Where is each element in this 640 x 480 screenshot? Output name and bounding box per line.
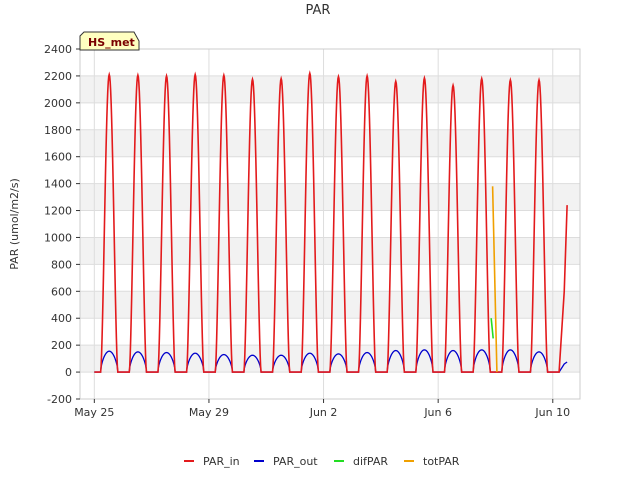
grid-band bbox=[80, 129, 580, 157]
y-tick-label: 1600 bbox=[44, 151, 72, 164]
y-tick-label: 2400 bbox=[44, 43, 72, 56]
legend-item: PAR_in bbox=[184, 455, 240, 468]
grid-band bbox=[80, 183, 580, 211]
y-tick-label: 1000 bbox=[44, 231, 72, 244]
y-tick-label: 400 bbox=[51, 312, 72, 325]
legend-item: totPAR bbox=[404, 455, 460, 468]
grid-band bbox=[80, 75, 580, 103]
legend-label: PAR_in bbox=[203, 455, 240, 468]
badge-label: HS_met bbox=[88, 36, 135, 49]
y-tick-label: 600 bbox=[51, 285, 72, 298]
x-tick-label: Jun 6 bbox=[423, 406, 452, 419]
legend-label: difPAR bbox=[353, 455, 388, 468]
y-tick-label: 200 bbox=[51, 339, 72, 352]
x-axis-ticks: May 25 May 29 Jun 2 Jun 6 Jun 10 bbox=[74, 399, 570, 419]
y-tick-label: 0 bbox=[65, 366, 72, 379]
legend-label: PAR_out bbox=[273, 455, 318, 468]
y-tick-label: 1400 bbox=[44, 178, 72, 191]
legend: PAR_in PAR_out difPAR totPAR bbox=[184, 455, 460, 468]
difpar-line bbox=[490, 318, 494, 339]
x-tick-label: May 29 bbox=[189, 406, 229, 419]
legend-item: PAR_out bbox=[254, 455, 318, 468]
x-tick-label: Jun 2 bbox=[309, 406, 338, 419]
y-axis-ticks: -200 0 200 400 600 800 1000 1200 1400 1600 1800 200… bbox=[44, 43, 80, 406]
y-tick-label: 1200 bbox=[44, 205, 72, 218]
y-tick-label: 800 bbox=[51, 258, 72, 271]
chart-title: PAR bbox=[306, 3, 331, 18]
x-tick-label: May 25 bbox=[74, 406, 114, 419]
y-tick-label: 1800 bbox=[44, 124, 72, 137]
station-badge: HS_met bbox=[79, 31, 140, 51]
totpar-line bbox=[491, 186, 498, 373]
y-tick-label: -200 bbox=[47, 393, 72, 406]
y-axis-label: PAR (umol/m2/s) bbox=[8, 178, 21, 270]
x-tick-label: Jun 10 bbox=[534, 406, 570, 419]
y-tick-label: 2200 bbox=[44, 70, 72, 83]
par-chart: -200 0 200 400 600 800 1000 1200 1400 1600 1800 200… bbox=[8, 3, 581, 468]
y-tick-label: 2000 bbox=[44, 97, 72, 110]
legend-label: totPAR bbox=[423, 455, 460, 468]
series-layer bbox=[94, 70, 568, 373]
legend-item: difPAR bbox=[334, 455, 388, 468]
